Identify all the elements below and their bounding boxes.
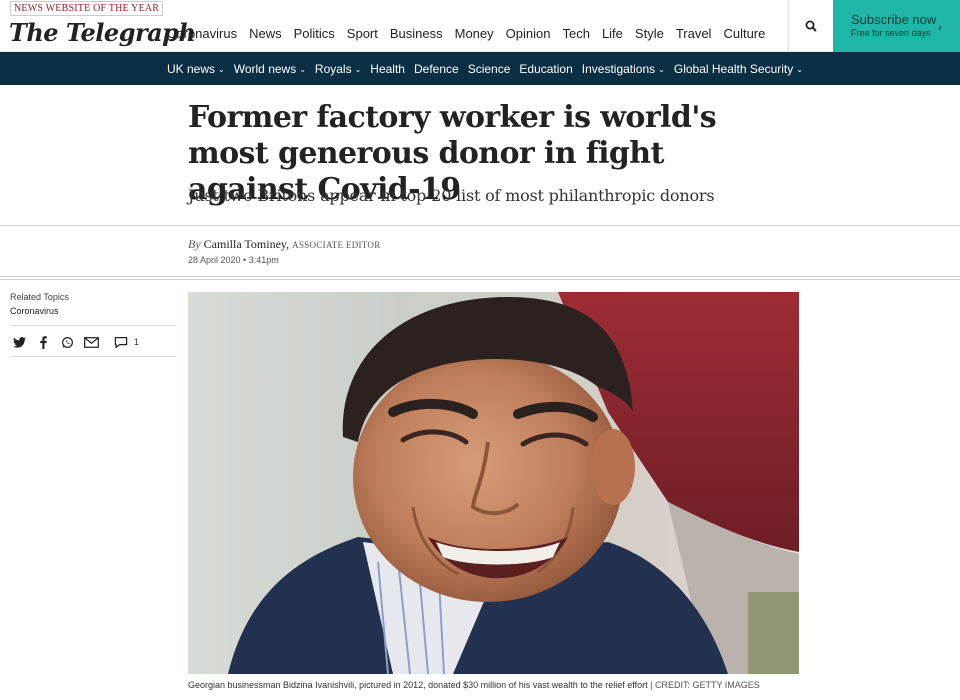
nav-money[interactable]: Money (455, 26, 494, 41)
main-nav: Coronavirus News Politics Sport Business… (167, 26, 777, 55)
divider (0, 225, 960, 226)
divider (10, 356, 176, 357)
article-hero-image (188, 292, 799, 674)
chevron-down-icon: ⌄ (299, 65, 306, 74)
subnav-uk-news[interactable]: UK news ⌄ (167, 62, 225, 76)
chevron-right-icon: › (938, 20, 942, 34)
author-link[interactable]: Camilla Tominey, (204, 237, 289, 251)
caption-text: Georgian businessman Bidzina Ivanishvili… (188, 680, 648, 690)
divider (0, 276, 960, 277)
nav-business[interactable]: Business (390, 26, 443, 41)
subscribe-title: Subscribe now (851, 12, 937, 27)
publish-date: 28 April 2020 • 3:41pm (188, 255, 279, 265)
divider (0, 279, 960, 280)
subscribe-subtitle: Free for seven days (851, 28, 931, 38)
chevron-down-icon: ⌄ (658, 65, 665, 74)
byline-prefix: By (188, 237, 201, 251)
share-bar: 1 (10, 334, 139, 350)
nav-style[interactable]: Style (635, 26, 664, 41)
byline: By Camilla Tominey, ASSOCIATE EDITOR (188, 237, 381, 252)
subnav-label: Science (467, 62, 511, 76)
subnav-label: Education (519, 62, 573, 76)
nav-opinion[interactable]: Opinion (506, 26, 551, 41)
comment-icon[interactable] (112, 334, 130, 350)
subnav-label: Global Health Security (673, 62, 794, 76)
subnav-label: UK news (167, 62, 216, 76)
article-standfirst: Just two Britons appear in top-20 list o… (188, 186, 715, 205)
subnav-world-news[interactable]: World news ⌄ (234, 62, 306, 76)
subnav-defence[interactable]: Defence (414, 62, 459, 76)
search-icon (805, 20, 817, 32)
award-badge: NEWS WEBSITE OF THE YEAR (10, 1, 164, 16)
site-header: NEWS WEBSITE OF THE YEAR The Telegraph C… (0, 0, 960, 55)
related-topic-link[interactable]: Coronavirus (10, 306, 59, 316)
subscribe-button[interactable]: Subscribe now Free for seven days › (833, 0, 960, 52)
nav-politics[interactable]: Politics (294, 26, 335, 41)
nav-sport[interactable]: Sport (347, 26, 378, 41)
nav-culture[interactable]: Culture (723, 26, 765, 41)
divider (10, 325, 176, 326)
nav-news[interactable]: News (249, 26, 282, 55)
chevron-down-icon: ⌄ (218, 65, 225, 74)
author-role: ASSOCIATE EDITOR (292, 240, 381, 250)
subnav-label: World news (233, 62, 297, 76)
portrait-photo (188, 292, 799, 674)
subnav-label: Health (370, 62, 405, 76)
related-topics-label: Related Topics (10, 292, 69, 302)
chevron-down-icon: ⌄ (796, 65, 803, 74)
image-credit: | CREDIT: GETTY IMAGES (650, 680, 760, 690)
subnav-label: Defence (413, 62, 459, 76)
subnav-investigations[interactable]: Investigations ⌄ (582, 62, 665, 76)
subnav-global-health-security[interactable]: Global Health Security ⌄ (674, 62, 803, 76)
nav-coronavirus[interactable]: Coronavirus (167, 26, 237, 41)
nav-tech[interactable]: Tech (562, 26, 589, 41)
subnav-health[interactable]: Health (370, 62, 405, 76)
twitter-icon[interactable] (10, 334, 28, 350)
subnav-royals[interactable]: Royals ⌄ (315, 62, 361, 76)
subnav-education[interactable]: Education (519, 62, 572, 76)
nav-life[interactable]: Life (602, 26, 623, 41)
image-caption: Georgian businessman Bidzina Ivanishvili… (188, 680, 760, 690)
nav-travel[interactable]: Travel (676, 26, 712, 41)
whatsapp-icon[interactable] (58, 334, 76, 350)
chevron-down-icon: ⌄ (354, 65, 362, 74)
search-button[interactable] (788, 0, 833, 52)
subnav-label: Investigations (581, 62, 656, 76)
facebook-icon[interactable] (34, 334, 52, 350)
subnav-label: Royals (314, 62, 352, 76)
subnav-science[interactable]: Science (468, 62, 511, 76)
comment-count: 1 (134, 337, 140, 347)
email-icon[interactable] (82, 334, 100, 350)
section-nav: UK news ⌄ World news ⌄ Royals ⌄ Health Defe… (0, 52, 960, 85)
